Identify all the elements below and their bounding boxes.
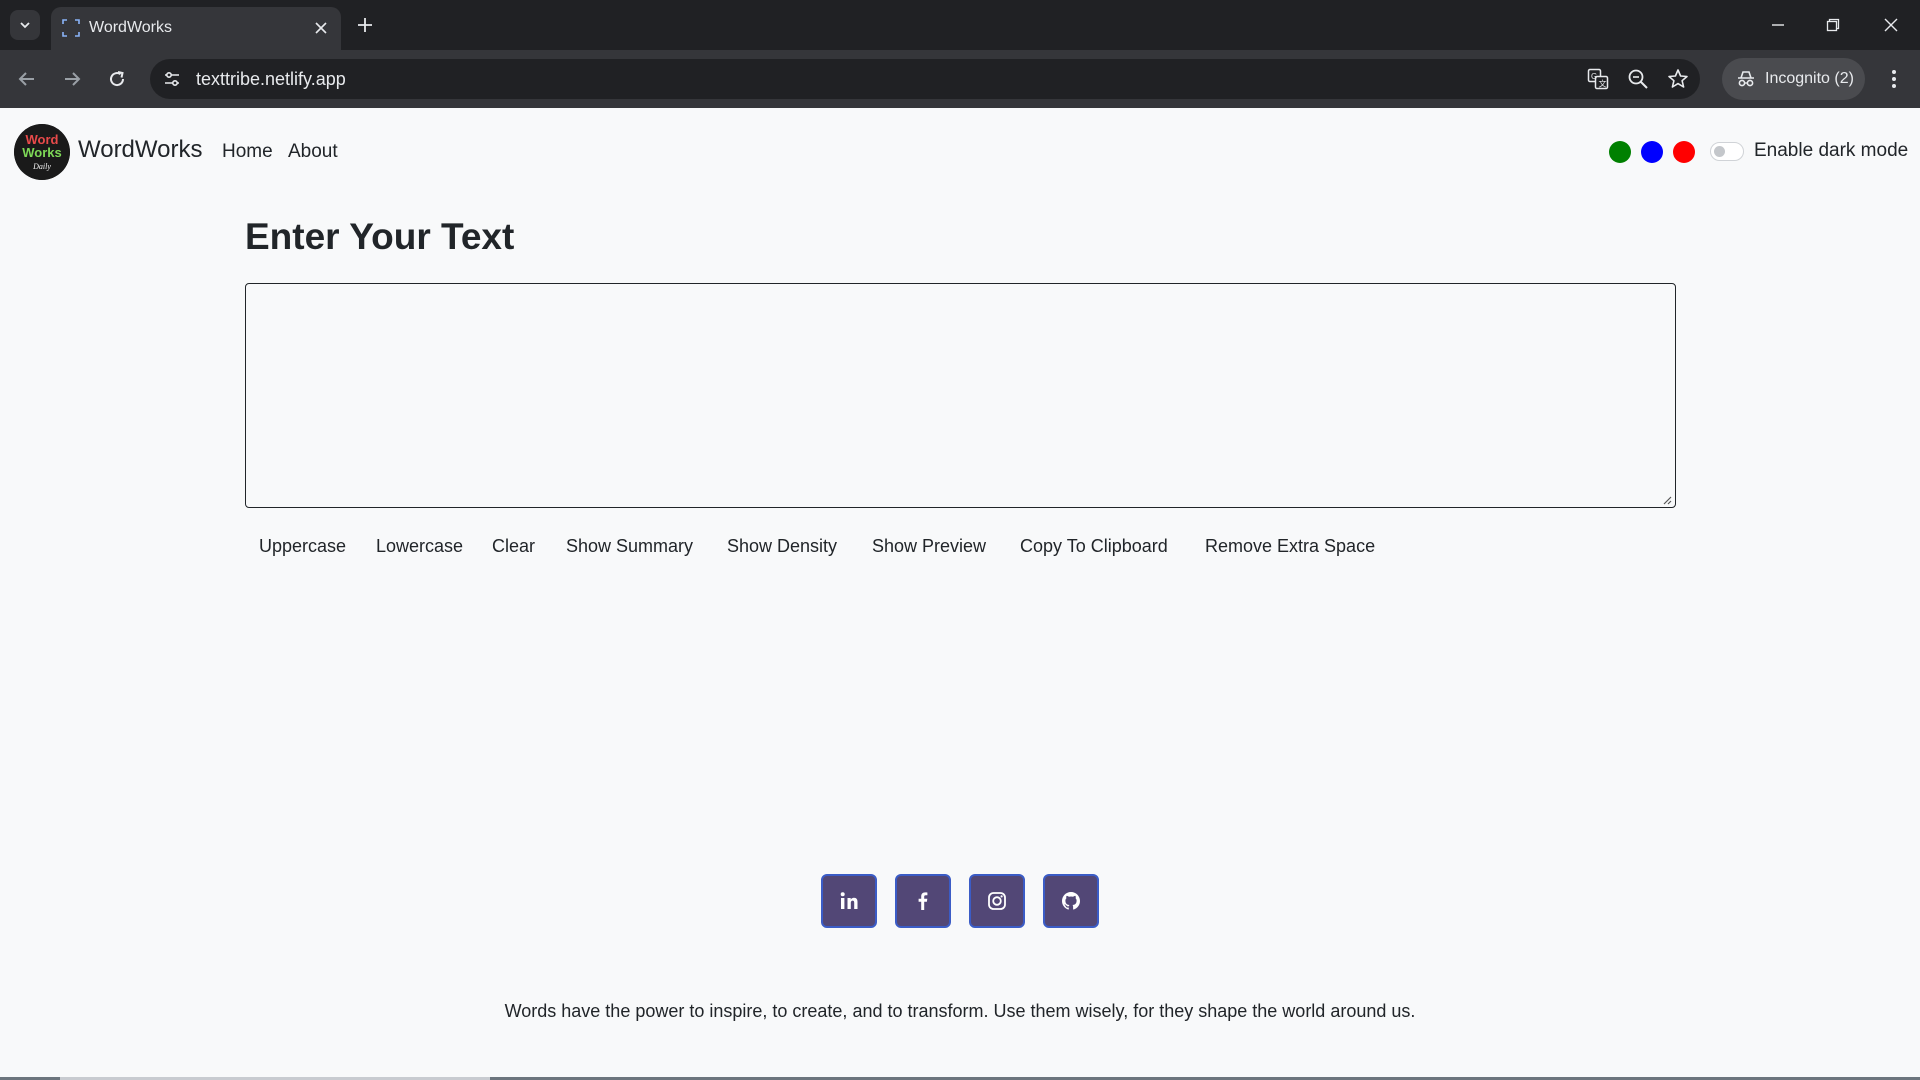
dark-mode-label[interactable]: Enable dark mode <box>1754 140 1908 162</box>
tab-close-button[interactable] <box>311 18 331 38</box>
copy-to-clipboard-button[interactable]: Copy To Clipboard <box>1020 526 1168 566</box>
github-icon <box>1062 892 1080 910</box>
green-theme-swatch[interactable] <box>1609 141 1631 163</box>
footer-quote: Words have the power to inspire, to crea… <box>504 1001 1416 1021</box>
arrow-left-icon <box>18 72 34 86</box>
page-heading: Enter Your Text <box>245 216 515 257</box>
dark-mode-toggle[interactable] <box>1710 142 1744 161</box>
show-summary-button[interactable]: Show Summary <box>566 526 693 566</box>
forward-button[interactable] <box>58 65 86 93</box>
browser-toolbar: texttribe.netlify.app G文 Incognito (2) <box>0 50 1920 108</box>
restore-icon <box>1826 18 1840 32</box>
clear-button[interactable]: Clear <box>492 526 535 566</box>
toggle-knob <box>1714 146 1725 157</box>
linkedin-icon <box>840 892 858 909</box>
close-window-button[interactable] <box>1879 13 1903 37</box>
brand-name[interactable]: WordWorks <box>78 136 202 164</box>
blue-theme-swatch[interactable] <box>1641 141 1663 163</box>
uppercase-button[interactable]: Uppercase <box>259 526 346 566</box>
remove-extra-space-button[interactable]: Remove Extra Space <box>1205 526 1375 566</box>
tab-title: WordWorks <box>89 19 172 36</box>
facebook-button[interactable] <box>895 874 951 928</box>
red-theme-swatch[interactable] <box>1673 141 1695 163</box>
new-tab-button[interactable] <box>352 12 378 38</box>
more-vertical-icon <box>1892 70 1896 88</box>
show-preview-button[interactable]: Show Preview <box>872 526 986 566</box>
nav-link-home[interactable]: Home <box>222 141 273 163</box>
translate-icon: G文 <box>1587 68 1609 90</box>
nav-link-about[interactable]: About <box>288 141 338 163</box>
minimize-button[interactable] <box>1766 13 1790 37</box>
svg-text:Works: Works <box>22 145 62 160</box>
logo-image: Word Works Daily <box>14 124 70 180</box>
star-icon <box>1668 69 1688 88</box>
wordworks-logo[interactable]: Word Works Daily <box>14 124 70 180</box>
favicon-icon <box>62 19 80 37</box>
browser-menu-button[interactable] <box>1880 65 1908 93</box>
bookmark-button[interactable] <box>1666 67 1690 91</box>
incognito-icon <box>1738 71 1754 87</box>
browser-tab-strip: WordWorks <box>0 0 1920 50</box>
tune-icon <box>165 71 179 87</box>
chevron-down-icon <box>20 22 30 29</box>
svg-text:文: 文 <box>1599 79 1607 89</box>
url-text: texttribe.netlify.app <box>196 69 346 89</box>
web-page: Word Works Daily WordWorks Home About En… <box>0 108 1920 1080</box>
svg-text:G: G <box>1591 72 1597 81</box>
zoom-out-icon <box>1628 69 1648 89</box>
translate-button[interactable]: G文 <box>1586 67 1610 91</box>
facebook-icon <box>918 892 928 910</box>
navbar: Word Works Daily WordWorks Home About En… <box>0 108 1920 194</box>
reload-button[interactable] <box>103 65 131 93</box>
show-density-button[interactable]: Show Density <box>727 526 837 566</box>
reload-icon <box>110 71 125 87</box>
linkedin-button[interactable] <box>821 874 877 928</box>
back-button[interactable] <box>13 65 41 93</box>
svg-text:Daily: Daily <box>32 162 51 171</box>
zoom-button[interactable] <box>1626 67 1650 91</box>
instagram-icon <box>988 892 1006 910</box>
resize-grip-icon[interactable] <box>1662 495 1672 505</box>
close-icon <box>315 22 327 34</box>
lowercase-button[interactable]: Lowercase <box>376 526 463 566</box>
incognito-label: Incognito (2) <box>1765 70 1854 87</box>
tab-search-button[interactable] <box>10 10 40 40</box>
arrow-right-icon <box>65 72 81 86</box>
browser-tab[interactable]: WordWorks <box>51 7 341 50</box>
restore-button[interactable] <box>1821 13 1845 37</box>
close-icon <box>1884 18 1898 32</box>
incognito-button[interactable]: Incognito (2) <box>1722 58 1865 100</box>
text-input-area[interactable] <box>245 283 1676 508</box>
instagram-button[interactable] <box>969 874 1025 928</box>
minimize-icon <box>1772 24 1784 26</box>
site-info-button[interactable] <box>160 67 184 91</box>
plus-icon <box>358 18 372 32</box>
github-button[interactable] <box>1043 874 1099 928</box>
address-bar[interactable]: texttribe.netlify.app G文 <box>150 59 1700 99</box>
